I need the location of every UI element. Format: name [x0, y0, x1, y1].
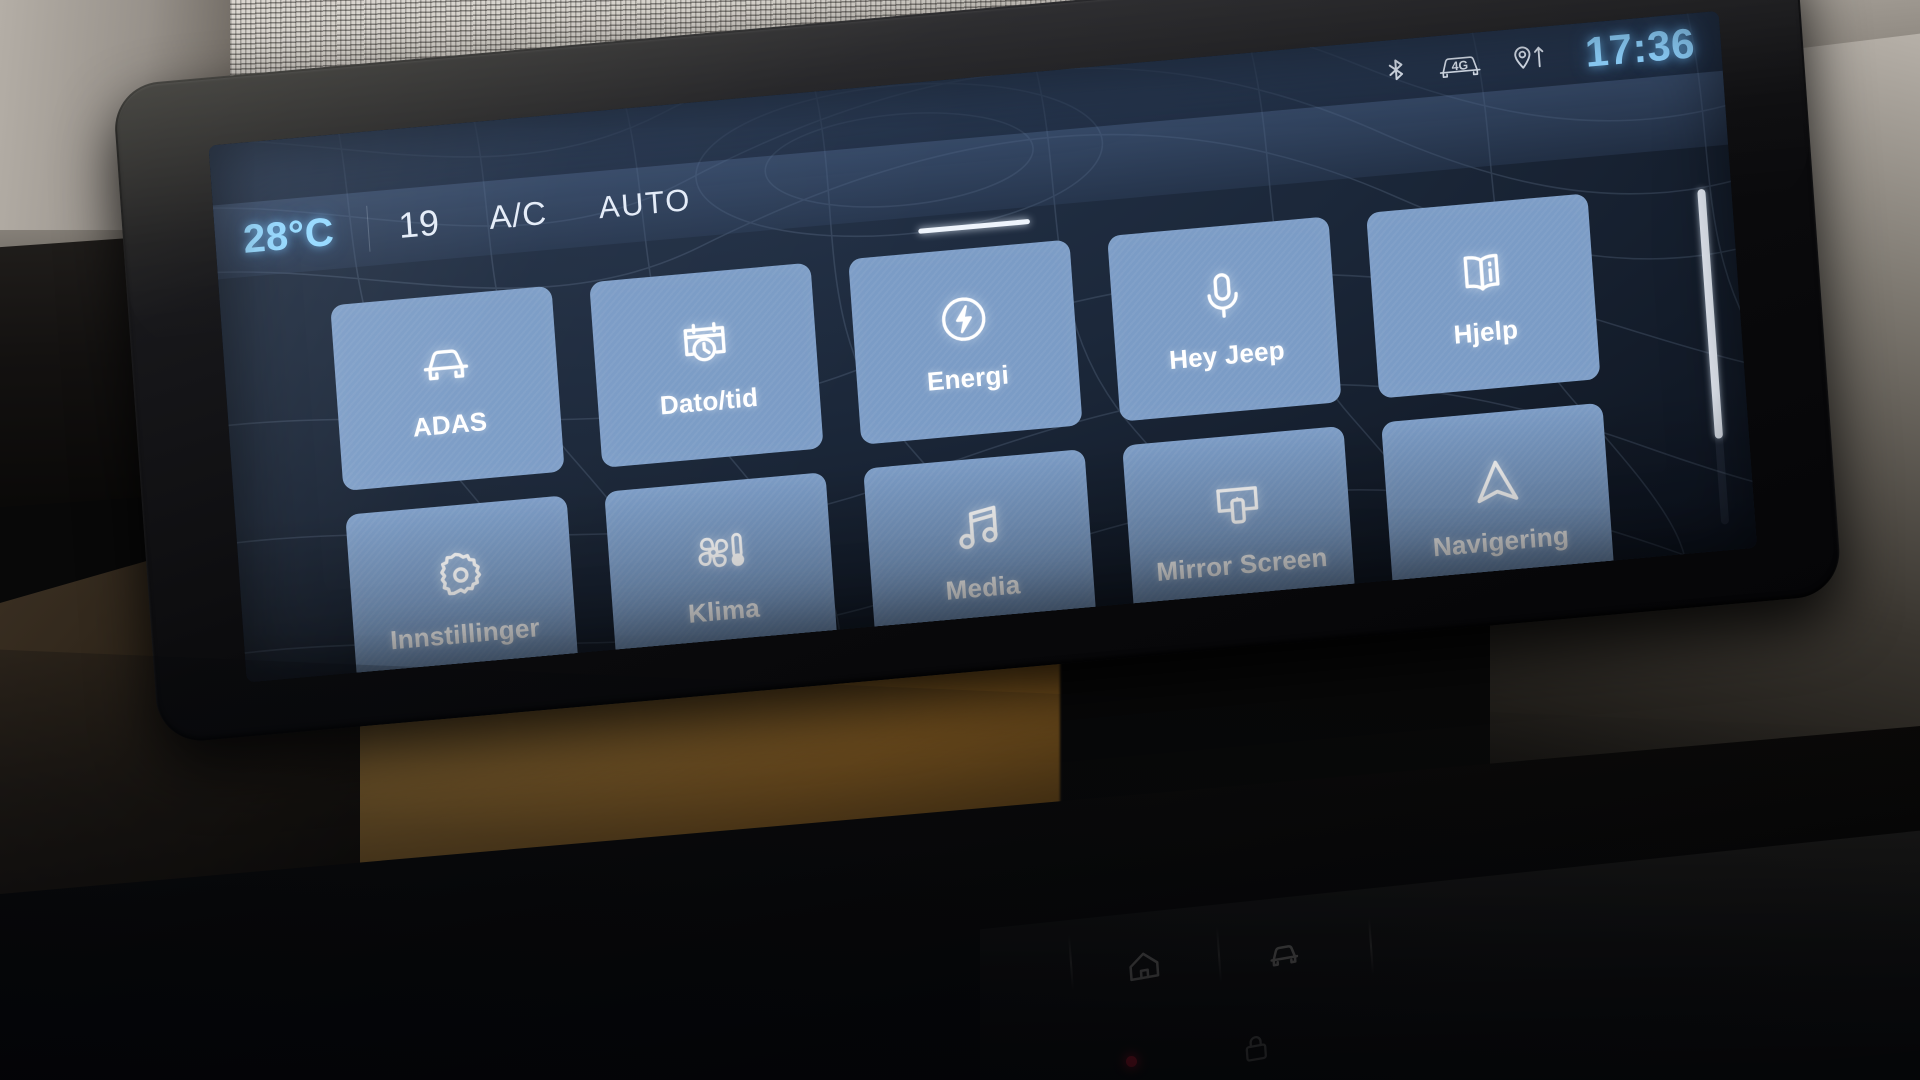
cellular-4g-glyph: 4G	[1439, 55, 1481, 78]
tile-label: ADAS	[411, 405, 489, 443]
tile-hjelp[interactable]: Hjelp	[1366, 193, 1601, 399]
lock-button[interactable]	[1235, 1023, 1278, 1074]
tile-adas[interactable]: ADAS	[330, 285, 565, 492]
book-info-icon	[1452, 242, 1512, 303]
vehicle-button[interactable]	[1256, 924, 1312, 985]
tile-label: Hey Jeep	[1168, 334, 1286, 375]
car-front-icon	[1270, 945, 1299, 967]
home-button[interactable]	[1116, 936, 1172, 997]
photo-scene: 4G 17:36 28°C 19 A/C AUTO ADAS Dato/tid …	[0, 0, 1920, 1080]
bluetooth-icon[interactable]	[1381, 55, 1411, 85]
tile-energi[interactable]: Energi	[848, 239, 1083, 445]
ac-button[interactable]: A/C	[465, 174, 572, 257]
fan-thermometer-icon	[690, 521, 750, 582]
tile-label: Klima	[687, 592, 761, 629]
car-front-icon	[416, 335, 476, 396]
outside-temperature: 28°C	[241, 209, 336, 262]
status-led	[1126, 1056, 1137, 1067]
cellular-4g-icon[interactable]: 4G	[1435, 47, 1485, 82]
home-icon	[1129, 952, 1160, 982]
auto-button[interactable]: AUTO	[566, 160, 723, 247]
microphone-icon	[1193, 265, 1253, 326]
tile-label: Mirror Screen	[1155, 541, 1329, 587]
tile-innstillinger[interactable]: Innstillinger	[345, 495, 580, 683]
calendar-clock-icon	[675, 311, 735, 372]
gear-icon	[431, 544, 491, 605]
tile-label: Media	[944, 568, 1022, 606]
bluetooth-glyph	[1388, 59, 1404, 81]
driver-temp-setting[interactable]: 19	[366, 183, 470, 266]
navigation-arrow-icon	[1467, 452, 1527, 513]
tile-hey-jeep[interactable]: Hey Jeep	[1107, 216, 1342, 422]
tile-label: Dato/tid	[658, 381, 760, 421]
lock-icon	[1245, 1036, 1267, 1062]
tile-dato-tid[interactable]: Dato/tid	[589, 262, 824, 468]
status-clock: 17:36	[1583, 19, 1697, 76]
energy-bolt-icon	[934, 288, 994, 349]
music-note-icon	[949, 498, 1009, 559]
location-data-icon[interactable]	[1509, 41, 1555, 74]
screen-mirroring-icon	[1208, 475, 1268, 536]
svg-text:4G: 4G	[1451, 58, 1468, 73]
tile-label: Energi	[925, 358, 1010, 397]
tile-label: Navigering	[1431, 519, 1570, 562]
location-data-glyph	[1514, 46, 1544, 69]
tile-label: Innstillinger	[389, 611, 541, 655]
tile-label: Hjelp	[1452, 313, 1520, 350]
